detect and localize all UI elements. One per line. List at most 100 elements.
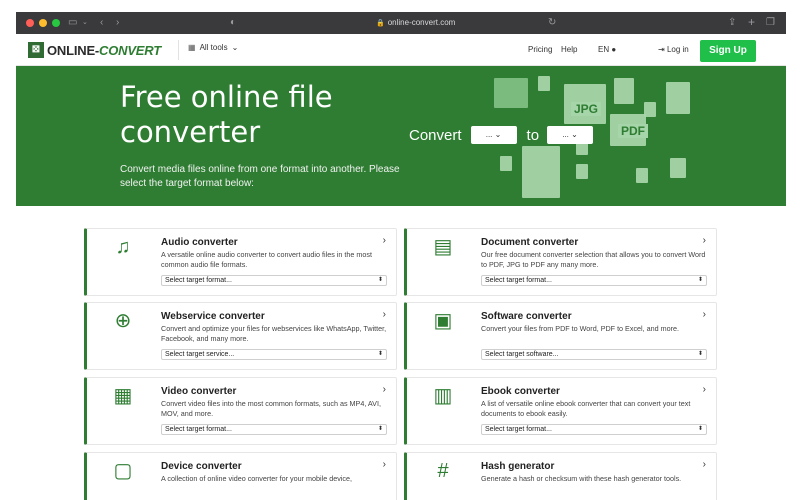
card-software-converter[interactable]: ▣ Software converter Convert your files … [404, 302, 717, 370]
card-title[interactable]: Document converter [481, 237, 578, 248]
hash-icon: # [437, 460, 449, 482]
audio-file-icon [670, 158, 686, 178]
zoom-window-button[interactable] [52, 19, 60, 27]
file-icon [576, 164, 588, 179]
card-title[interactable]: Hash generator [481, 461, 554, 472]
minimize-window-button[interactable] [39, 19, 47, 27]
file-icon [538, 76, 550, 91]
card-device-converter[interactable]: ▢ Device converter A collection of onlin… [84, 452, 397, 500]
target-format-select[interactable]: ... ⌄ [547, 126, 594, 144]
logo-mark: ⊠ [28, 42, 44, 58]
all-tools-menu[interactable]: ▦ All tools ⌄ [188, 43, 238, 52]
chevron-right-icon[interactable]: › [703, 309, 706, 320]
browser-toolbar: ▭ ⌄ ‹ › ◐ 🔒 online-convert.com ↻ ⇪ + ❐ [16, 12, 786, 34]
to-label: to [526, 126, 540, 144]
card-audio-converter[interactable]: ♫ Audio converter A versatile online aud… [84, 228, 397, 296]
chevron-right-icon[interactable]: › [703, 459, 706, 470]
logo-text: ONLINE-CONVERT [47, 42, 161, 58]
card-video-converter[interactable]: ▦ Video converter Convert video files in… [84, 377, 397, 445]
back-icon[interactable]: ‹ [100, 16, 103, 30]
forward-icon[interactable]: › [116, 16, 119, 30]
chevron-right-icon[interactable]: › [703, 384, 706, 395]
select-arrows-icon: ⬍ [377, 351, 383, 357]
address-bar[interactable]: 🔒 online-convert.com [376, 16, 455, 31]
site-header: ⊠ ONLINE-CONVERT ▦ All tools ⌄ Pricing H… [16, 34, 786, 66]
card-webservice-converter[interactable]: ⊕ Webservice converter Convert and optim… [84, 302, 397, 370]
select-arrows-icon: ⬍ [697, 351, 703, 357]
chevron-right-icon[interactable]: › [383, 235, 386, 246]
hero-title: Free online file converter [120, 80, 333, 149]
card-title[interactable]: Device converter [161, 461, 242, 472]
card-title[interactable]: Software converter [481, 311, 572, 322]
logo[interactable]: ⊠ ONLINE-CONVERT [28, 42, 161, 58]
chevron-down-icon: ⌄ [494, 130, 502, 139]
lock-icon: 🔒 [376, 20, 385, 27]
chevron-right-icon[interactable]: › [383, 384, 386, 395]
card-ebook-converter[interactable]: ▥ Ebook converter A list of versatile on… [404, 377, 717, 445]
card-description: Convert your files from PDF to Word, PDF… [481, 324, 679, 333]
signup-button[interactable]: Sign Up [700, 40, 756, 62]
nav-link-pricing[interactable]: Pricing [528, 45, 552, 54]
card-description: Convert video files into the most common… [161, 399, 381, 418]
film-icon: ▦ [113, 385, 133, 407]
tabs-overview-icon[interactable]: ❐ [766, 16, 775, 30]
chevron-right-icon[interactable]: › [383, 459, 386, 470]
card-document-converter[interactable]: ▤ Document converter Our free document c… [404, 228, 717, 296]
login-link[interactable]: ⇥ Log in [658, 45, 689, 54]
picture-file-icon [614, 78, 634, 104]
login-icon: ⇥ [658, 45, 665, 54]
card-description: A collection of online video converter f… [161, 474, 352, 483]
divider [178, 40, 179, 60]
target-format-select[interactable]: Select target format... ⬍ [161, 275, 387, 286]
target-format-select[interactable]: Select target format... ⬍ [481, 275, 707, 286]
target-format-select[interactable]: Select target format... ⬍ [161, 424, 387, 435]
tablet-icon: ▢ [113, 460, 133, 482]
url-text: online-convert.com [387, 18, 456, 27]
share-icon[interactable]: ⇪ [728, 16, 736, 30]
card-description: Convert and optimize your files for webs… [161, 324, 387, 343]
select-arrows-icon: ⬍ [697, 277, 703, 283]
card-title[interactable]: Ebook converter [481, 386, 560, 397]
source-format-select[interactable]: ... ⌄ [470, 126, 517, 144]
nav-link-help[interactable]: Help [561, 45, 577, 54]
card-title[interactable]: Video converter [161, 386, 236, 397]
grid-icon: ▦ [188, 43, 196, 52]
target-software-select[interactable]: Select target software... ⬍ [481, 349, 707, 360]
hero-subtitle: Convert media files online from one form… [120, 164, 400, 189]
card-description: A versatile online audio converter to co… [161, 250, 372, 269]
target-format-select[interactable]: Select target format... ⬍ [481, 424, 707, 435]
card-hash-generator[interactable]: # Hash generator Generate a hash or chec… [404, 452, 717, 500]
all-tools-label: All tools [199, 43, 228, 52]
globe-icon: ● [611, 45, 617, 54]
globe-icon: ⊕ [114, 310, 132, 332]
target-service-select[interactable]: Select target service... ⬍ [161, 349, 387, 360]
music-note-icon: ♫ [115, 236, 131, 258]
chevron-down-icon[interactable]: ⌄ [82, 16, 88, 30]
graph-file-icon [522, 146, 560, 198]
card-title[interactable]: Webservice converter [161, 311, 265, 322]
card-title[interactable]: Audio converter [161, 237, 238, 248]
file-icon [500, 156, 512, 171]
reload-icon[interactable]: ↻ [548, 16, 556, 30]
jpg-label: JPG [571, 102, 602, 116]
privacy-shield-icon[interactable]: ◐ [230, 16, 236, 30]
card-description: Our free document converter selection th… [481, 250, 706, 269]
convert-label: Convert [409, 126, 462, 144]
language-selector[interactable]: EN ● [598, 45, 616, 54]
chevron-right-icon[interactable]: › [383, 309, 386, 320]
chevron-down-icon: ⌄ [231, 43, 239, 52]
chevron-right-icon[interactable]: › [703, 235, 706, 246]
file-icon [636, 168, 648, 183]
card-description: Generate a hash or checksum with these h… [481, 474, 682, 483]
new-tab-icon[interactable]: + [748, 15, 755, 29]
chevron-down-icon: ⌄ [571, 130, 578, 139]
sidebar-icon[interactable]: ▭ [68, 16, 77, 30]
envelope-file-icon [494, 78, 528, 108]
quick-convert: Convert ... ⌄ to ... ⌄ [409, 126, 594, 144]
pdf-label: PDF [618, 124, 648, 138]
chart-file-icon [666, 82, 690, 114]
page: ▭ ⌄ ‹ › ◐ 🔒 online-convert.com ↻ ⇪ + ❐ ⊠ … [0, 0, 800, 500]
close-window-button[interactable] [26, 19, 34, 27]
select-arrows-icon: ⬍ [697, 426, 703, 432]
card-description: A list of versatile online ebook convert… [481, 399, 691, 418]
